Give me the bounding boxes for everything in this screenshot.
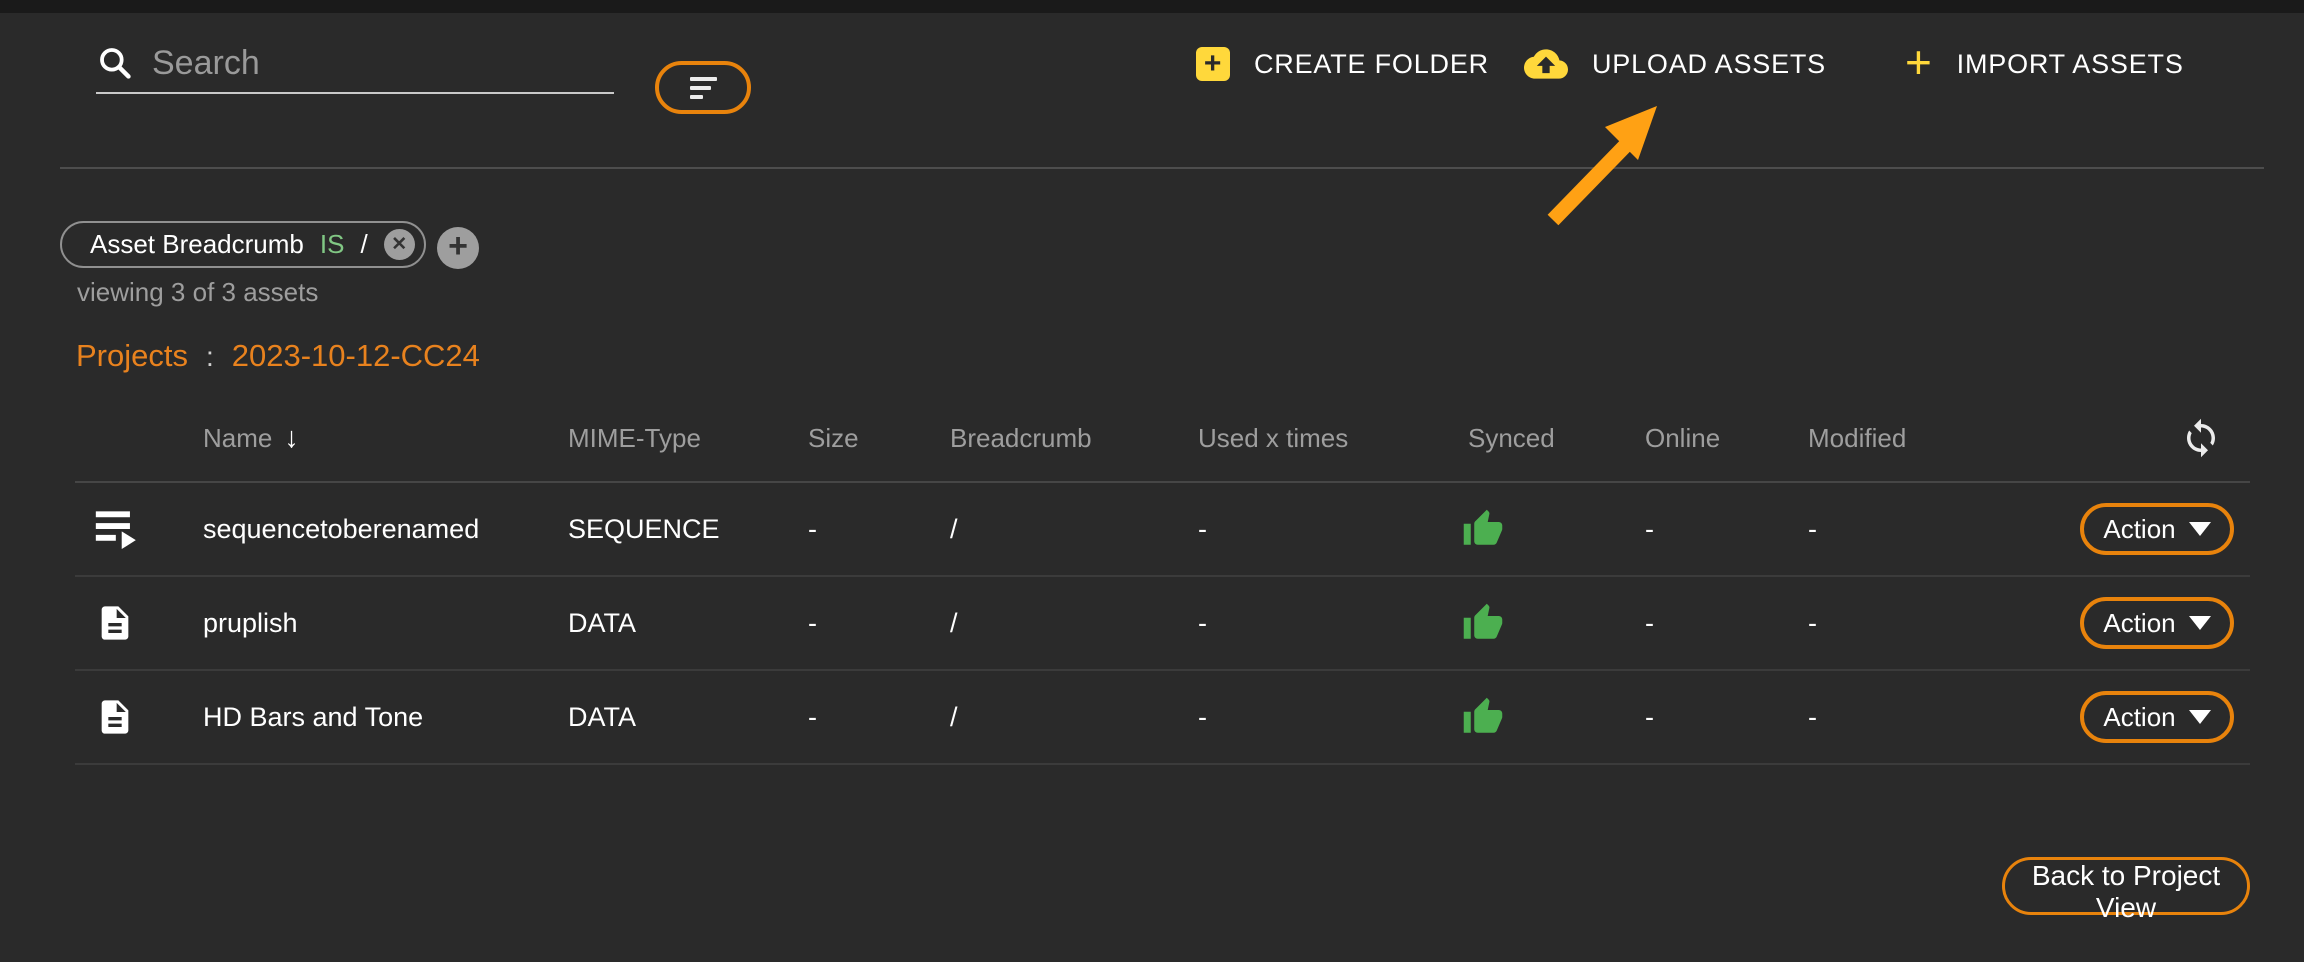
asset-size: - xyxy=(808,514,950,545)
table-header-row: Name ↓ MIME-Type Size Breadcrumb Used x … xyxy=(75,395,2250,483)
breadcrumb: Projects : 2023-10-12-CC24 xyxy=(76,338,480,374)
chevron-down-icon xyxy=(2189,522,2211,536)
asset-modified: - xyxy=(1808,608,2013,639)
column-header-used[interactable]: Used x times xyxy=(1198,423,1468,454)
thumbs-up-icon xyxy=(1462,508,1504,550)
search-icon xyxy=(96,44,134,82)
table-row[interactable]: sequencetoberenamed SEQUENCE - / - - - A… xyxy=(75,483,2250,577)
breadcrumb-current-project[interactable]: 2023-10-12-CC24 xyxy=(232,338,480,374)
asset-mime-type: SEQUENCE xyxy=(568,514,808,545)
asset-used: - xyxy=(1198,608,1468,639)
sequence-icon xyxy=(95,509,139,549)
document-icon xyxy=(95,697,135,737)
import-assets-button[interactable]: + IMPORT ASSETS xyxy=(1905,36,2184,92)
action-dropdown-button[interactable]: Action xyxy=(2080,503,2234,555)
window-top-strip xyxy=(0,0,2304,13)
filter-chip-operator: IS xyxy=(320,229,345,260)
toolbar-divider xyxy=(60,167,2264,169)
viewing-count-text: viewing 3 of 3 assets xyxy=(77,277,318,308)
document-icon xyxy=(95,603,135,643)
import-assets-label: IMPORT ASSETS xyxy=(1957,49,2184,80)
refresh-button[interactable] xyxy=(2180,417,2222,459)
upload-pointer-arrow xyxy=(1533,90,1683,230)
filter-chip-close-icon[interactable]: ✕ xyxy=(384,229,415,260)
asset-mime-type: DATA xyxy=(568,608,808,639)
column-header-breadcrumb[interactable]: Breadcrumb xyxy=(950,423,1198,454)
thumbs-up-icon xyxy=(1462,696,1504,738)
back-to-project-view-button[interactable]: Back to Project View xyxy=(2002,857,2250,915)
asset-mime-type: DATA xyxy=(568,702,808,733)
asset-used: - xyxy=(1198,514,1468,545)
plus-icon: + xyxy=(1905,39,1933,85)
asset-online: - xyxy=(1645,702,1808,733)
action-dropdown-button[interactable]: Action xyxy=(2080,691,2234,743)
column-header-online[interactable]: Online xyxy=(1645,423,1808,454)
thumbs-up-icon xyxy=(1462,602,1504,644)
sort-descending-icon: ↓ xyxy=(284,422,299,455)
asset-name: HD Bars and Tone xyxy=(203,702,568,733)
asset-name: sequencetoberenamed xyxy=(203,514,568,545)
column-header-name[interactable]: Name ↓ xyxy=(203,422,568,455)
asset-modified: - xyxy=(1808,702,2013,733)
asset-name: pruplish xyxy=(203,608,568,639)
create-folder-button[interactable]: + CREATE FOLDER xyxy=(1196,36,1489,92)
sort-icon xyxy=(690,77,717,99)
filter-chip[interactable]: Asset Breadcrumb IS / ✕ xyxy=(60,221,426,268)
asset-used: - xyxy=(1198,702,1468,733)
asset-online: - xyxy=(1645,608,1808,639)
asset-breadcrumb: / xyxy=(950,608,1198,639)
table-row[interactable]: pruplish DATA - / - - - Action xyxy=(75,577,2250,671)
asset-manager-page: + CREATE FOLDER UPLOAD ASSETS + IMPORT A… xyxy=(0,0,2304,962)
search-box xyxy=(96,34,614,94)
filter-button[interactable] xyxy=(655,61,751,114)
asset-breadcrumb: / xyxy=(950,702,1198,733)
breadcrumb-separator: : xyxy=(206,341,214,373)
column-header-mime-type[interactable]: MIME-Type xyxy=(568,423,808,454)
search-input[interactable] xyxy=(152,44,614,83)
create-folder-label: CREATE FOLDER xyxy=(1254,49,1489,80)
asset-breadcrumb: / xyxy=(950,514,1198,545)
upload-assets-label: UPLOAD ASSETS xyxy=(1592,49,1826,80)
breadcrumb-projects-link[interactable]: Projects xyxy=(76,338,188,374)
asset-online: - xyxy=(1645,514,1808,545)
asset-size: - xyxy=(808,608,950,639)
filter-chip-value: / xyxy=(360,229,367,260)
column-header-synced[interactable]: Synced xyxy=(1468,423,1645,454)
plus-square-icon: + xyxy=(1196,47,1230,81)
chevron-down-icon xyxy=(2189,710,2211,724)
chevron-down-icon xyxy=(2189,616,2211,630)
cloud-upload-icon xyxy=(1524,42,1568,86)
asset-size: - xyxy=(808,702,950,733)
assets-table: Name ↓ MIME-Type Size Breadcrumb Used x … xyxy=(75,395,2250,765)
upload-assets-button[interactable]: UPLOAD ASSETS xyxy=(1524,36,1826,92)
table-row[interactable]: HD Bars and Tone DATA - / - - - Action xyxy=(75,671,2250,765)
filter-chip-field: Asset Breadcrumb xyxy=(90,229,304,260)
column-header-size[interactable]: Size xyxy=(808,423,950,454)
add-filter-button[interactable]: + xyxy=(437,227,479,269)
asset-modified: - xyxy=(1808,514,2013,545)
refresh-icon xyxy=(2180,417,2222,459)
action-dropdown-button[interactable]: Action xyxy=(2080,597,2234,649)
column-header-modified[interactable]: Modified xyxy=(1808,423,2013,454)
